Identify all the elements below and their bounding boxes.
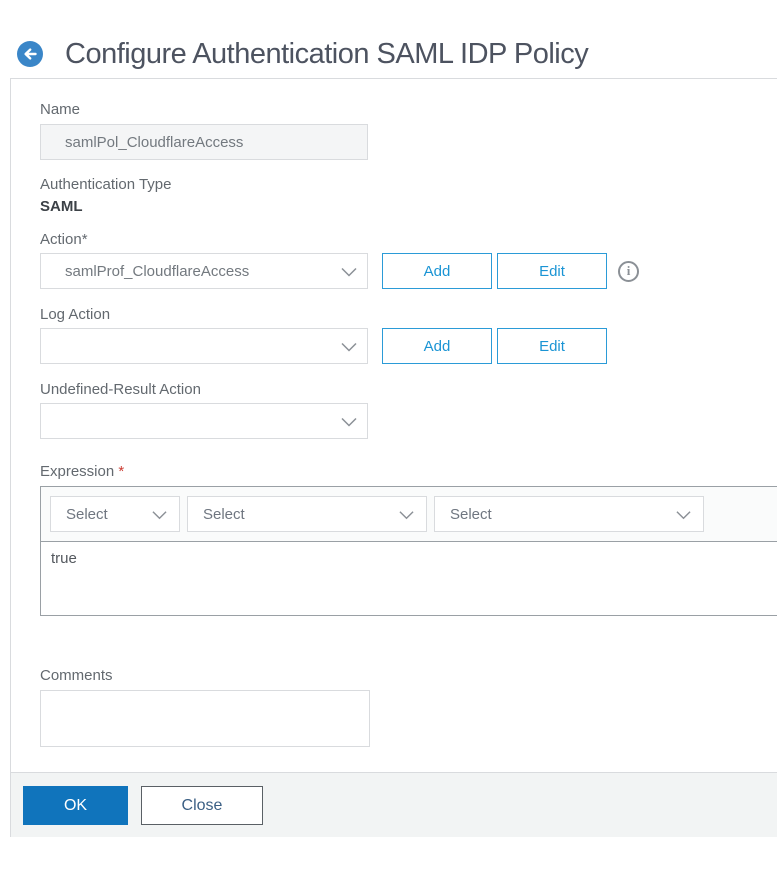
expression-select-1-value: Select: [66, 505, 108, 523]
expression-editor: Select Select Select true: [40, 486, 777, 616]
name-input[interactable]: [40, 124, 368, 160]
chevron-down-icon: [676, 511, 691, 520]
expression-select-1[interactable]: Select: [50, 496, 180, 532]
back-button[interactable]: [17, 41, 43, 67]
comments-input[interactable]: [40, 690, 370, 747]
action-label: Action*: [40, 231, 88, 248]
expression-select-3-value: Select: [450, 505, 492, 523]
action-add-button[interactable]: Add: [382, 253, 492, 289]
chevron-down-icon: [399, 511, 414, 520]
log-action-row: Add Edit: [40, 328, 777, 364]
log-action-edit-button[interactable]: Edit: [497, 328, 607, 364]
undefined-result-action-row: [40, 403, 777, 439]
arrow-left-icon: [24, 48, 37, 60]
required-asterisk: *: [118, 463, 125, 480]
log-action-label: Log Action: [40, 306, 111, 323]
action-select-value: samlProf_CloudflareAccess: [65, 262, 250, 280]
expression-select-2-value: Select: [203, 505, 245, 523]
chevron-down-icon: [341, 267, 357, 277]
chevron-down-icon: [341, 417, 357, 427]
expression-label: Expression *: [40, 463, 777, 481]
expression-body: true: [41, 542, 777, 615]
ok-button[interactable]: OK: [23, 786, 128, 825]
expression-select-2[interactable]: Select: [187, 496, 427, 532]
action-row: samlProf_CloudflareAccess Add Edit i: [40, 253, 777, 289]
expression-select-3[interactable]: Select: [434, 496, 704, 532]
auth-type-label: Authentication Type: [40, 176, 172, 193]
name-label: Name: [40, 101, 81, 118]
action-select[interactable]: samlProf_CloudflareAccess: [40, 253, 368, 289]
page-header: Configure Authentication SAML IDP Policy: [0, 0, 777, 78]
undefined-result-action-label: Undefined-Result Action: [40, 381, 201, 398]
form-panel: Name Authentication Type SAML Action* sa…: [10, 78, 777, 837]
expression-input[interactable]: true: [41, 542, 777, 615]
undefined-result-action-select[interactable]: [40, 403, 368, 439]
log-action-add-button[interactable]: Add: [382, 328, 492, 364]
chevron-down-icon: [152, 511, 167, 520]
info-icon[interactable]: i: [618, 260, 639, 282]
form-content: Name Authentication Type SAML Action* sa…: [11, 79, 777, 752]
action-edit-button[interactable]: Edit: [497, 253, 607, 289]
expression-toolbar: Select Select Select: [41, 487, 777, 542]
auth-type-value: SAML: [40, 198, 83, 215]
page-title: Configure Authentication SAML IDP Policy: [65, 37, 589, 70]
expression-label-text: Expression: [40, 463, 115, 480]
form-footer: OK Close: [11, 772, 777, 837]
close-button[interactable]: Close: [141, 786, 263, 825]
log-action-select[interactable]: [40, 328, 368, 364]
chevron-down-icon: [341, 342, 357, 352]
comments-label: Comments: [40, 667, 113, 684]
